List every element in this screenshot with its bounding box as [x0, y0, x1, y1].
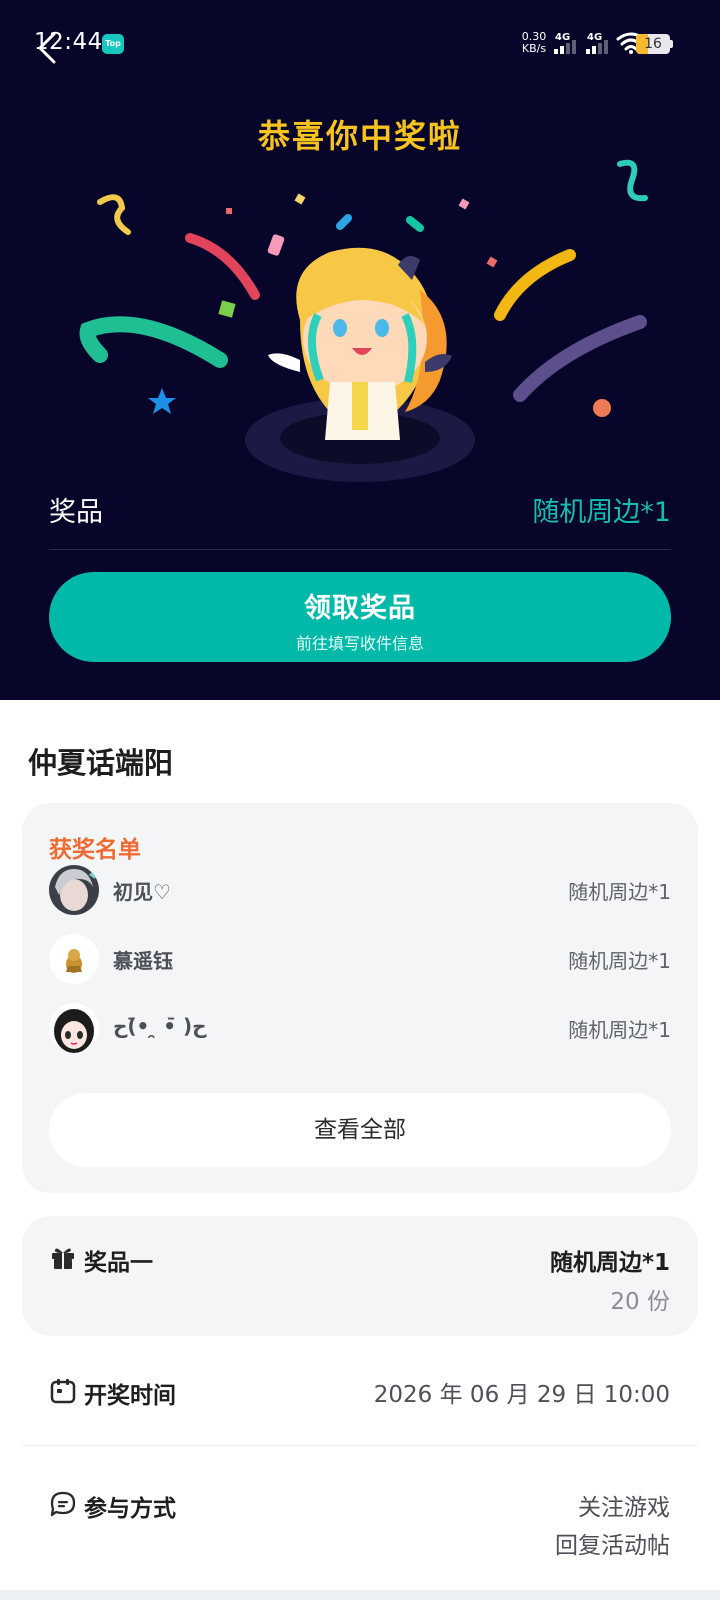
participation-label: 参与方式	[84, 1496, 176, 1522]
winner-item[interactable]: ح( ̄• ̯ •̄)ح 随机周边*1	[49, 1003, 671, 1059]
user-avatar[interactable]	[49, 1003, 99, 1053]
signal-type-label: 4G	[587, 32, 603, 43]
calendar-icon	[50, 1379, 76, 1404]
winner-name: ح( ̄• ̯ •̄)ح	[113, 1014, 207, 1038]
hero-prize-value: 随机周边*1	[532, 497, 671, 528]
prize-item-name: 随机周边*1	[549, 1250, 670, 1276]
hero-prize-label: 奖品	[49, 497, 103, 528]
view-all-button[interactable]: 查看全部	[49, 1093, 671, 1167]
winner-name: 初见♡	[113, 880, 171, 904]
battery-level: 16	[644, 36, 662, 52]
claim-prize-button[interactable]: 领取奖品 前往填写收件信息	[49, 572, 671, 662]
participation-row: 参与方式 关注游戏 回复活动帖	[22, 1469, 698, 1579]
chat-bubble-icon	[50, 1491, 76, 1517]
battery-icon: 16	[636, 34, 674, 54]
user-avatar[interactable]	[49, 865, 99, 915]
status-bar: 12:44 Top 0.30 KB/s 4G 4G 16	[0, 0, 720, 90]
participation-method-item: 关注游戏	[578, 1495, 670, 1521]
winners-heading: 获奖名单	[49, 837, 141, 863]
top-app-badge: Top	[102, 34, 124, 54]
winner-name: 慕遥钰	[113, 949, 173, 973]
winner-prize: 随机周边*1	[568, 949, 671, 973]
draw-time-row: 开奖时间 2026 年 06 月 29 日 10:00	[22, 1356, 698, 1446]
prize-quantity: 20 份	[610, 1289, 670, 1315]
user-avatar[interactable]	[49, 934, 99, 984]
winner-item[interactable]: 初见♡ 随机周边*1	[49, 865, 671, 921]
winner-item[interactable]: 慕遥钰 随机周边*1	[49, 934, 671, 990]
winner-prize: 随机周边*1	[568, 1018, 671, 1042]
gift-icon	[52, 1248, 74, 1269]
participation-method-item: 回复活动帖	[555, 1533, 670, 1559]
prize-tier-label: 奖品一	[84, 1250, 153, 1276]
signal-icon: 4G	[584, 32, 616, 56]
claim-button-sublabel: 前往填写收件信息	[295, 634, 424, 653]
winner-prize: 随机周边*1	[568, 880, 671, 904]
hero-prize-row: 奖品 随机周边*1	[49, 478, 671, 550]
hero-banner: 12:44 Top 0.30 KB/s 4G 4G 16 恭喜你中奖啦 奖品 随…	[0, 0, 720, 700]
network-speed-unit: KB/s	[521, 42, 547, 55]
back-arrow-icon[interactable]	[34, 30, 64, 64]
prize-detail-card: 奖品一 随机周边*1 20 份	[22, 1216, 698, 1336]
claim-button-label: 领取奖品	[304, 593, 416, 624]
winners-card: 获奖名单 初见♡ 随机周边*1 慕遥钰 随机周边*1 ح( ̄• ̯ •̄)ح …	[22, 803, 698, 1193]
participation-methods: 关注游戏 回复活动帖	[555, 1489, 670, 1565]
signal-icon: 4G	[552, 32, 584, 56]
draw-time-label: 开奖时间	[84, 1383, 176, 1409]
draw-time-value: 2026 年 06 月 29 日 10:00	[373, 1382, 670, 1408]
bottom-divider	[0, 1590, 720, 1600]
event-title: 仲夏话端阳	[28, 746, 174, 780]
mascot-confetti-illustration	[79, 159, 648, 482]
signal-type-label: 4G	[555, 32, 571, 43]
network-speed: 0.30 KB/s	[516, 31, 552, 55]
